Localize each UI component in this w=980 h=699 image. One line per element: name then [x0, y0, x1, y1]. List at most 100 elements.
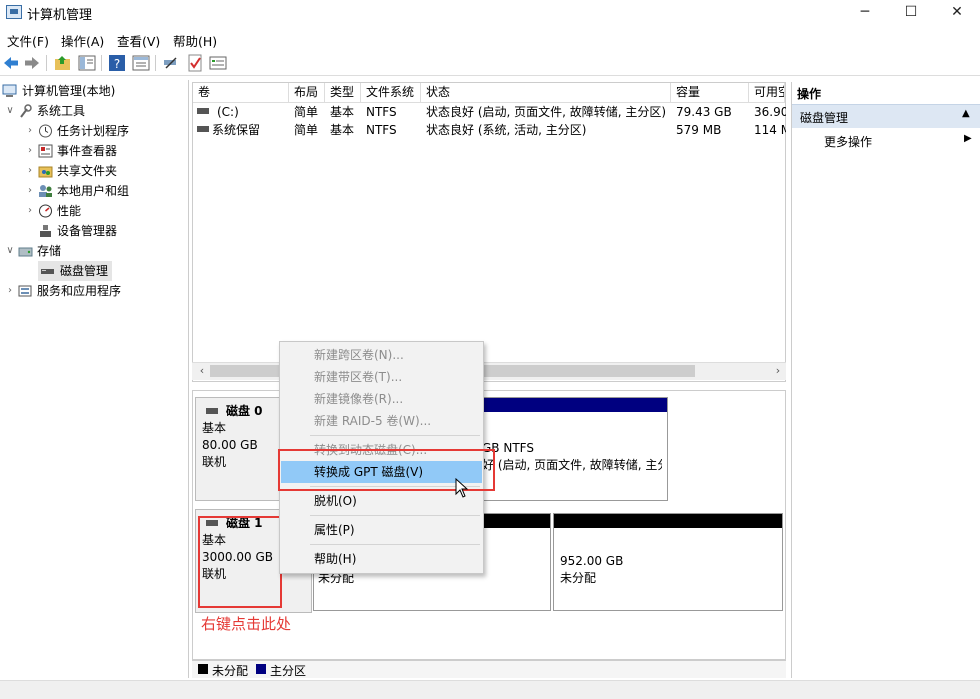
- column-header-status[interactable]: 状态: [421, 83, 671, 103]
- menu-item-offline[interactable]: 脱机(O): [281, 490, 482, 512]
- toolbar: ?: [0, 52, 980, 76]
- tree-item-services-apps[interactable]: › 服务和应用程序: [4, 281, 187, 301]
- properties-view-icon[interactable]: [132, 54, 150, 72]
- table-cell: 79.43 GB: [676, 105, 732, 119]
- shared-folder-icon: [38, 166, 53, 178]
- connect-icon[interactable]: [162, 54, 180, 72]
- menu-action[interactable]: 操作(A): [61, 31, 104, 50]
- table-cell[interactable]: 系统保留: [212, 121, 288, 139]
- legend: 未分配 主分区: [192, 660, 786, 678]
- table-cell: NTFS: [366, 105, 397, 119]
- tree-item-performance[interactable]: › 性能: [24, 201, 187, 221]
- legend-label: 未分配: [212, 664, 249, 678]
- tree-item-disk-management[interactable]: 磁盘管理: [38, 261, 112, 281]
- clock-icon: [39, 124, 52, 138]
- svg-text:?: ?: [114, 57, 120, 71]
- volume-icon: [197, 126, 209, 132]
- column-header-volume[interactable]: 卷: [193, 83, 289, 103]
- table-cell: 简单: [294, 123, 319, 137]
- help-icon[interactable]: ?: [108, 54, 126, 72]
- table-cell: 579 MB: [676, 123, 722, 137]
- menu-item-new-striped: 新建带区卷(T)...: [314, 370, 403, 384]
- legend-swatch-unallocated: [198, 664, 208, 674]
- disk-1-unallocated-2[interactable]: 952.00 GB 未分配: [553, 513, 783, 611]
- table-cell[interactable]: (C:): [217, 103, 287, 121]
- volume-icon: [197, 108, 209, 114]
- disk-name: 磁盘 0: [226, 404, 263, 418]
- tree-item-storage[interactable]: ∨ 存储: [4, 241, 187, 261]
- storage-icon: [18, 247, 33, 257]
- column-header-free[interactable]: 可用空: [749, 83, 785, 103]
- column-header-type[interactable]: 类型: [325, 83, 361, 103]
- scroll-right-icon[interactable]: ›: [772, 363, 784, 379]
- device-manager-icon: [40, 225, 51, 237]
- menu-bar: 文件(F) 操作(A) 查看(V) 帮助(H): [0, 28, 980, 50]
- chevron-down-icon[interactable]: ∨: [4, 101, 16, 121]
- chevron-right-icon[interactable]: ›: [24, 161, 36, 181]
- minimize-button[interactable]: ─: [842, 0, 888, 26]
- menu-item-properties[interactable]: 属性(P): [281, 519, 482, 541]
- disk-icon: [206, 408, 218, 414]
- tree-item-system-tools[interactable]: ∨ 系统工具: [4, 101, 187, 121]
- list-view-icon[interactable]: [209, 54, 227, 72]
- column-header-layout[interactable]: 布局: [289, 83, 325, 103]
- navigation-tree: 计算机管理(本地) ∨ 系统工具 › 任务计划程序 › 事件查看器 › 共享文件…: [0, 80, 189, 678]
- table-cell: 状态良好 (系统, 活动, 主分区): [426, 123, 587, 137]
- chevron-right-icon[interactable]: ›: [4, 281, 16, 301]
- up-folder-icon[interactable]: [54, 54, 72, 72]
- tools-icon: [20, 104, 32, 118]
- menu-view[interactable]: 查看(V): [117, 31, 160, 50]
- column-header-filesystem[interactable]: 文件系统: [361, 83, 421, 103]
- chevron-right-icon[interactable]: ›: [24, 121, 36, 141]
- disk-icon: [41, 269, 54, 274]
- chevron-right-icon[interactable]: ›: [24, 181, 36, 201]
- actions-section-disk-management[interactable]: 磁盘管理 ▲: [792, 104, 980, 128]
- maximize-button[interactable]: ☐: [888, 0, 934, 26]
- show-hide-tree-icon[interactable]: [78, 54, 96, 72]
- chevron-down-icon[interactable]: ∨: [4, 241, 16, 261]
- menu-item-help[interactable]: 帮助(H): [281, 548, 482, 570]
- collapse-icon[interactable]: ▲: [962, 108, 970, 119]
- menu-item-new-raid5: 新建 RAID-5 卷(W)...: [314, 414, 432, 428]
- tree-item-device-manager[interactable]: 设备管理器: [24, 221, 187, 241]
- chevron-right-icon[interactable]: ›: [24, 201, 36, 221]
- table-cell: 114 M: [754, 123, 786, 137]
- tree-item-shared-folders[interactable]: › 共享文件夹: [24, 161, 187, 181]
- volume-list: 卷 布局 类型 文件系统 状态 容量 可用空 (C:) 简单 基本 NTFS 状…: [192, 82, 786, 382]
- tree-item-event-viewer[interactable]: › 事件查看器: [24, 141, 187, 161]
- forward-icon[interactable]: [23, 54, 41, 72]
- disk-type: 基本: [202, 421, 227, 435]
- table-cell: 简单: [294, 105, 319, 119]
- menu-help[interactable]: 帮助(H): [173, 31, 217, 50]
- status-bar: [0, 680, 980, 699]
- tree-item-task-scheduler[interactable]: › 任务计划程序: [24, 121, 187, 141]
- checklist-icon[interactable]: [186, 54, 204, 72]
- actions-more[interactable]: 更多操作 ▶: [792, 130, 980, 150]
- computer-management-icon: [6, 5, 22, 19]
- menu-item-new-mirrored: 新建镜像卷(R)...: [314, 392, 404, 406]
- partition-label: 未分配: [560, 571, 597, 585]
- tree-item-root[interactable]: 计算机管理(本地): [2, 81, 187, 101]
- users-icon: [39, 185, 52, 197]
- back-icon[interactable]: [2, 54, 20, 72]
- legend-swatch-primary: [256, 664, 266, 674]
- table-cell: NTFS: [366, 123, 397, 137]
- menu-file[interactable]: 文件(F): [7, 31, 49, 50]
- table-cell: 基本: [330, 123, 355, 137]
- annotation-box: [198, 516, 282, 608]
- tree-item-local-users[interactable]: › 本地用户和组: [24, 181, 187, 201]
- table-cell: 基本: [330, 105, 355, 119]
- partition-size: 952.00 GB: [560, 554, 624, 568]
- performance-icon: [39, 204, 52, 218]
- actions-pane: 操作 磁盘管理 ▲ 更多操作 ▶: [791, 82, 980, 678]
- event-viewer-icon: [38, 144, 53, 158]
- scroll-left-icon[interactable]: ‹: [196, 363, 208, 379]
- unallocated-bar: [554, 514, 782, 528]
- table-cell: 状态良好 (启动, 页面文件, 故障转储, 主分区): [426, 105, 667, 119]
- close-button[interactable]: ✕: [934, 0, 980, 26]
- annotation-text: 右键点击此处: [201, 615, 292, 633]
- submenu-arrow-icon: ▶: [964, 133, 972, 144]
- chevron-right-icon[interactable]: ›: [24, 141, 36, 161]
- computer-icon: [2, 84, 17, 97]
- column-header-capacity[interactable]: 容量: [671, 83, 749, 103]
